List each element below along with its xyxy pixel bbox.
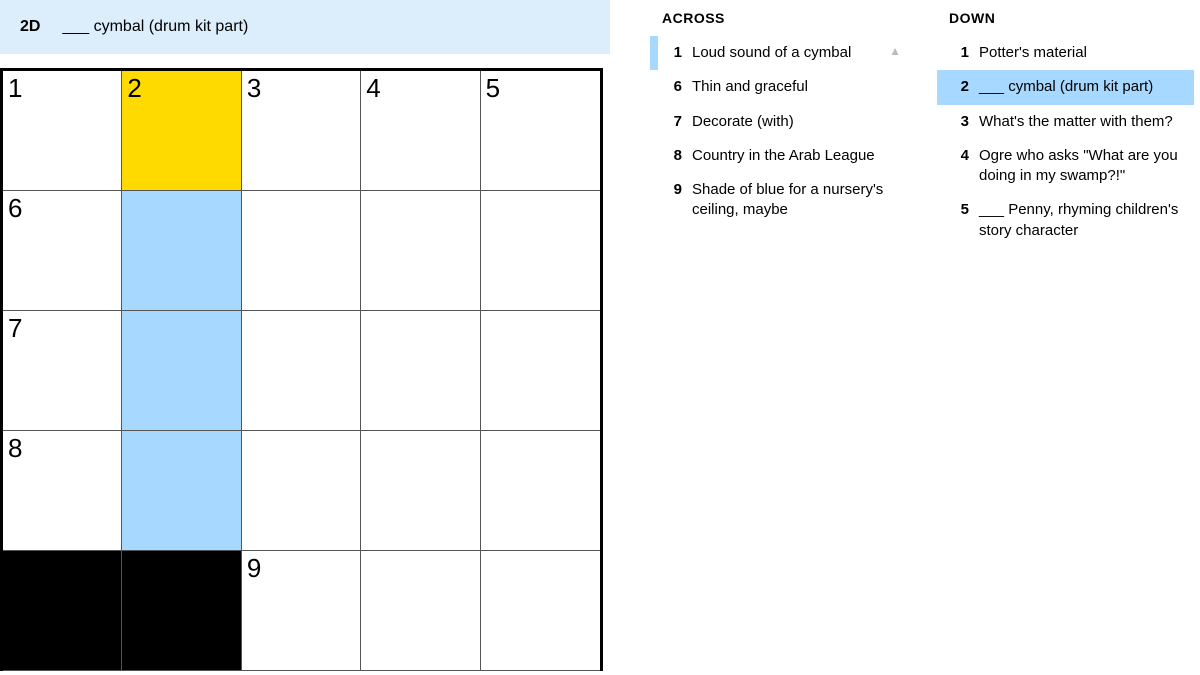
cell-number: 9 bbox=[247, 553, 261, 584]
cell-number: 6 bbox=[8, 193, 22, 224]
down-column: DOWN 1 Potter's material 2 ___ cymbal (drum… bbox=[937, 10, 1194, 675]
across-list: 1 Loud sound of a cymbal 6 Thin and gracefu… bbox=[650, 36, 907, 228]
grid-cell[interactable] bbox=[361, 311, 480, 431]
grid-cell[interactable] bbox=[481, 551, 600, 671]
grid-cell[interactable] bbox=[361, 431, 480, 551]
clue-item[interactable]: 9Shade of blue for a nursery's ceiling, … bbox=[650, 173, 907, 228]
grid-row: 8 bbox=[3, 431, 600, 551]
cell-number: 2 bbox=[127, 73, 141, 104]
grid-cell[interactable] bbox=[481, 431, 600, 551]
clue-text: ___ cymbal (drum kit part) bbox=[979, 77, 1188, 97]
clue-item[interactable]: 3 What's the matter with them? bbox=[937, 105, 1194, 139]
grid-cell[interactable]: 3 bbox=[242, 71, 361, 191]
clue-text: Shade of blue for a nursery's ceiling, m… bbox=[692, 180, 901, 221]
clue-number: 4 bbox=[945, 146, 969, 187]
grid-cell[interactable] bbox=[122, 311, 241, 431]
down-list: 1 Potter's material 2 ___ cymbal (drum kit … bbox=[937, 36, 1194, 248]
grid-cell[interactable]: 4 bbox=[361, 71, 480, 191]
crossword-app: 2D ___ cymbal (drum kit part) 123456789 … bbox=[0, 0, 1200, 675]
down-heading: DOWN bbox=[937, 10, 1194, 26]
grid-cell[interactable]: 2 bbox=[122, 71, 241, 191]
clue-text: What's the matter with them? bbox=[979, 112, 1188, 132]
clue-item[interactable]: 1 Loud sound of a cymbal bbox=[650, 36, 907, 70]
clue-item[interactable]: 2 ___ cymbal (drum kit part) bbox=[937, 70, 1194, 104]
clue-text: Potter's material bbox=[979, 43, 1188, 63]
cell-number: 1 bbox=[8, 73, 22, 104]
clue-number: 7 bbox=[658, 112, 682, 132]
grid-row: 7 bbox=[3, 311, 600, 431]
clue-number: 1 bbox=[945, 43, 969, 63]
clue-text: Ogre who asks "What are you doing in my … bbox=[979, 146, 1188, 187]
grid-cell[interactable]: 8 bbox=[3, 431, 122, 551]
cell-number: 4 bbox=[366, 73, 380, 104]
across-heading: ACROSS bbox=[650, 10, 907, 26]
current-clue-bar[interactable]: 2D ___ cymbal (drum kit part) bbox=[0, 0, 610, 54]
scroll-up-icon[interactable]: ▲ bbox=[889, 44, 901, 58]
grid-row: 1 2 3 4 5 bbox=[3, 71, 600, 191]
clue-item[interactable]: 7 Decorate (with) bbox=[650, 105, 907, 139]
grid-cell[interactable] bbox=[122, 431, 241, 551]
grid-cell[interactable] bbox=[481, 191, 600, 311]
left-pane: 2D ___ cymbal (drum kit part) 1 2 3 4 5 6 7 8 9 bbox=[0, 0, 610, 675]
grid-cell[interactable]: 9 bbox=[242, 551, 361, 671]
grid-wrap: 1 2 3 4 5 6 7 8 9 bbox=[0, 54, 610, 671]
grid-cell[interactable]: 7 bbox=[3, 311, 122, 431]
current-clue-text: ___ cymbal (drum kit part) bbox=[62, 18, 248, 36]
clue-number: 3 bbox=[945, 112, 969, 132]
clue-text: Thin and graceful bbox=[692, 77, 901, 97]
grid-cell-black bbox=[122, 551, 241, 671]
grid-cell[interactable] bbox=[242, 311, 361, 431]
grid-cell-black bbox=[3, 551, 122, 671]
clue-item[interactable]: 1 Potter's material bbox=[937, 36, 1194, 70]
clue-number: 8 bbox=[658, 146, 682, 166]
clue-item[interactable]: 8 Country in the Arab League bbox=[650, 139, 907, 173]
clue-number: 9 bbox=[658, 180, 682, 221]
clue-number: 6 bbox=[658, 77, 682, 97]
clue-text: ___ Penny, rhyming children's story char… bbox=[979, 200, 1188, 241]
grid-cell[interactable] bbox=[481, 311, 600, 431]
grid-cell[interactable] bbox=[242, 431, 361, 551]
clue-text: Country in the Arab League bbox=[692, 146, 901, 166]
clue-text: Loud sound of a cymbal bbox=[692, 43, 901, 63]
clues-pane: ACROSS 1 Loud sound of a cymbal 6 Thin and … bbox=[610, 0, 1200, 675]
clue-number: 2 bbox=[945, 77, 969, 97]
grid-cell[interactable] bbox=[361, 191, 480, 311]
across-column: ACROSS 1 Loud sound of a cymbal 6 Thin and … bbox=[650, 10, 907, 675]
cell-number: 5 bbox=[486, 73, 500, 104]
grid-cell[interactable]: 6 bbox=[3, 191, 122, 311]
clue-number: 5 bbox=[945, 200, 969, 241]
clue-item[interactable]: 5___ Penny, rhyming children's story cha… bbox=[937, 193, 1194, 248]
crossword-grid: 1 2 3 4 5 6 7 8 9 bbox=[0, 68, 603, 671]
grid-row: 9 bbox=[3, 551, 600, 671]
clue-item[interactable]: 6 Thin and graceful bbox=[650, 70, 907, 104]
grid-cell[interactable] bbox=[361, 551, 480, 671]
grid-cell[interactable] bbox=[122, 191, 241, 311]
clue-text: Decorate (with) bbox=[692, 112, 901, 132]
grid-row: 6 bbox=[3, 191, 600, 311]
grid-cell[interactable]: 1 bbox=[3, 71, 122, 191]
grid-cell[interactable] bbox=[242, 191, 361, 311]
clue-item[interactable]: 4Ogre who asks "What are you doing in my… bbox=[937, 139, 1194, 194]
cell-number: 7 bbox=[8, 313, 22, 344]
current-clue-label: 2D bbox=[20, 18, 40, 36]
cell-number: 8 bbox=[8, 433, 22, 464]
cell-number: 3 bbox=[247, 73, 261, 104]
clue-number: 1 bbox=[658, 43, 682, 63]
grid-cell[interactable]: 5 bbox=[481, 71, 600, 191]
